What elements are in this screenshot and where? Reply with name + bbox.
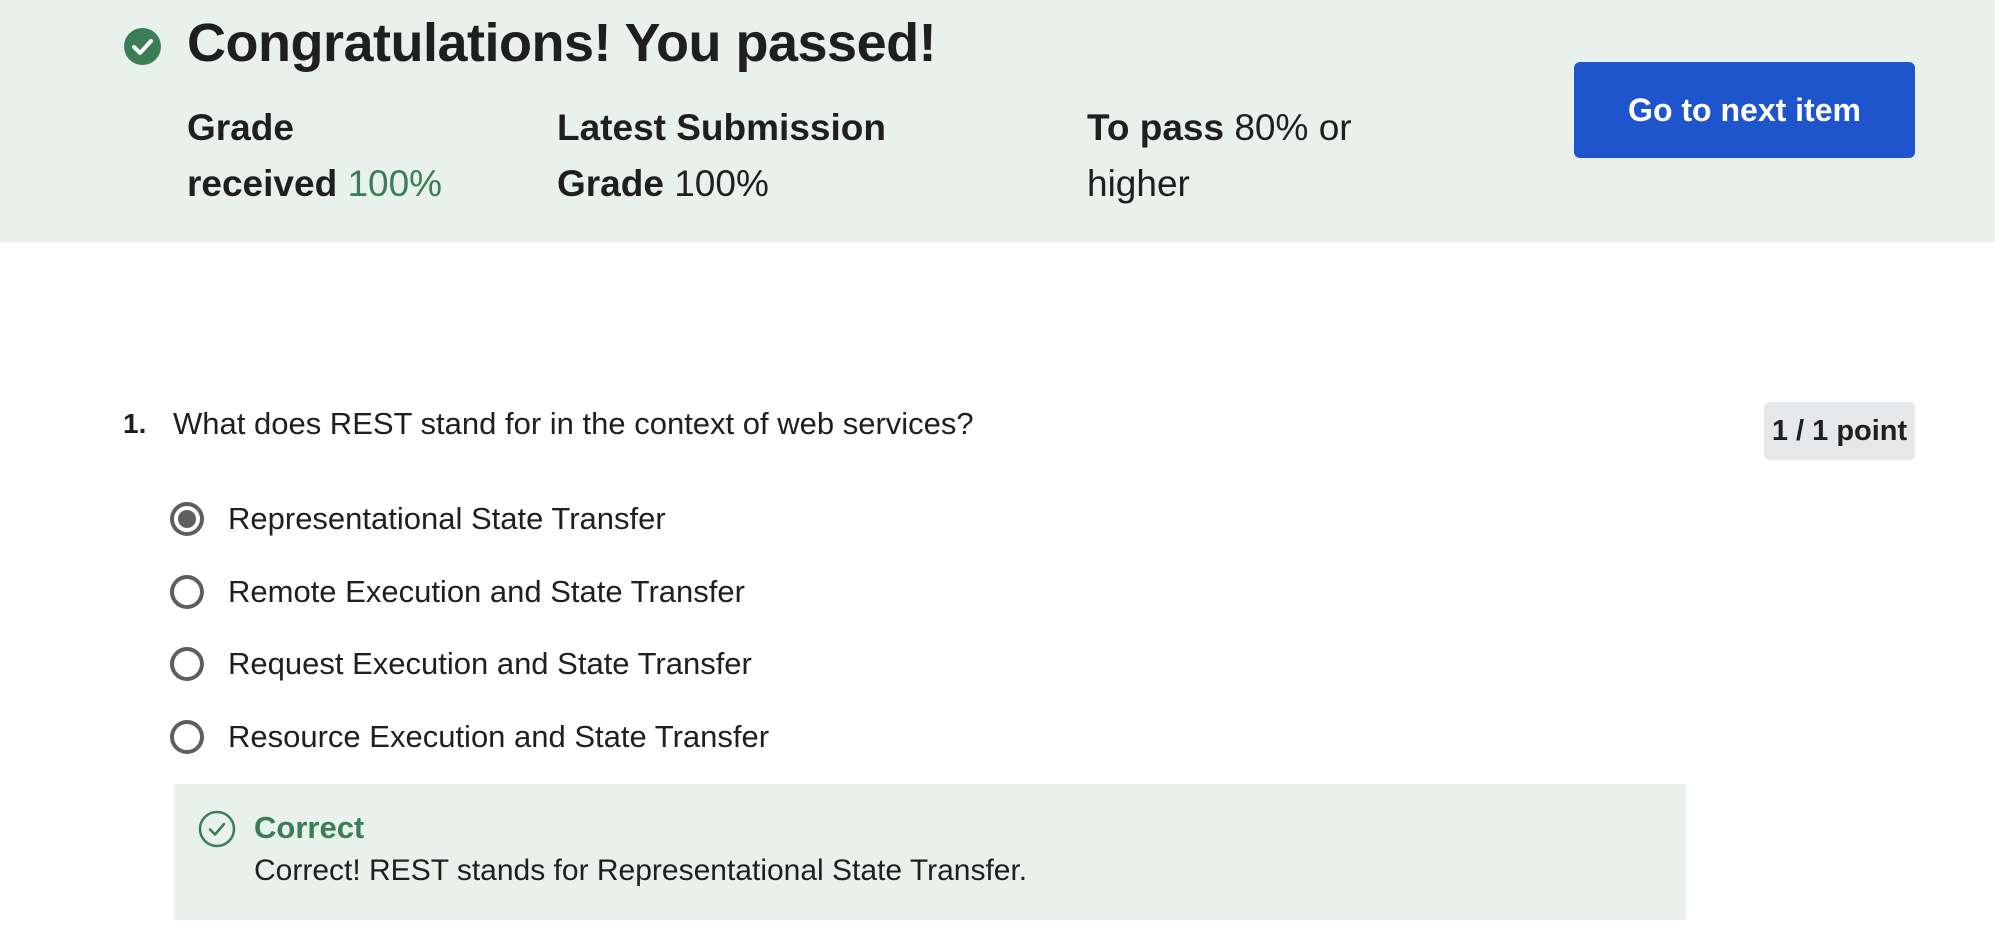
feedback-text: Correct! REST stands for Representationa… bbox=[254, 854, 1028, 887]
radio-unselected-icon[interactable] bbox=[170, 720, 204, 754]
result-title: Congratulations! You passed! bbox=[187, 13, 937, 73]
grade-label-line2: received bbox=[187, 163, 338, 204]
answer-option-label: Remote Execution and State Transfer bbox=[228, 574, 745, 609]
answer-option-label: Representational State Transfer bbox=[228, 501, 666, 536]
feedback-title: Correct bbox=[254, 810, 365, 845]
answer-option-2[interactable]: Remote Execution and State Transfer bbox=[170, 570, 745, 614]
result-banner: Congratulations! You passed! Grade recei… bbox=[0, 0, 1995, 242]
pass-value-line1: 80% or bbox=[1234, 107, 1352, 148]
latest-label-line1: Latest Submission bbox=[557, 107, 886, 148]
answer-option-label: Request Execution and State Transfer bbox=[228, 646, 752, 681]
answer-option-4[interactable]: Resource Execution and State Transfer bbox=[170, 715, 769, 759]
grade-value: 100% bbox=[347, 163, 443, 204]
question-number: 1. bbox=[123, 408, 147, 439]
next-item-button[interactable]: Go to next item bbox=[1574, 62, 1915, 158]
radio-unselected-icon[interactable] bbox=[170, 647, 204, 681]
grade-received: Grade received 100% bbox=[187, 100, 442, 212]
grade-label-line1: Grade bbox=[187, 107, 294, 148]
latest-submission-grade: Latest Submission Grade 100% bbox=[557, 100, 886, 212]
feedback-box: Correct Correct! REST stands for Represe… bbox=[174, 784, 1686, 920]
latest-value: 100% bbox=[674, 163, 769, 204]
pass-threshold: To pass 80% or higher bbox=[1087, 100, 1352, 212]
points-badge: 1 / 1 point bbox=[1764, 402, 1915, 460]
question-text: What does REST stand for in the context … bbox=[173, 406, 974, 441]
pass-label: To pass bbox=[1087, 107, 1225, 148]
radio-unselected-icon[interactable] bbox=[170, 575, 204, 609]
answer-option-3[interactable]: Request Execution and State Transfer bbox=[170, 642, 752, 686]
latest-label-line2: Grade bbox=[557, 163, 664, 204]
answer-option-label: Resource Execution and State Transfer bbox=[228, 719, 770, 754]
radio-selected-icon[interactable] bbox=[170, 502, 204, 536]
check-circle-filled-icon bbox=[124, 28, 161, 65]
pass-value-line2: higher bbox=[1087, 163, 1190, 204]
answer-option-1[interactable]: Representational State Transfer bbox=[170, 497, 666, 541]
check-circle-outline-icon bbox=[198, 810, 236, 848]
